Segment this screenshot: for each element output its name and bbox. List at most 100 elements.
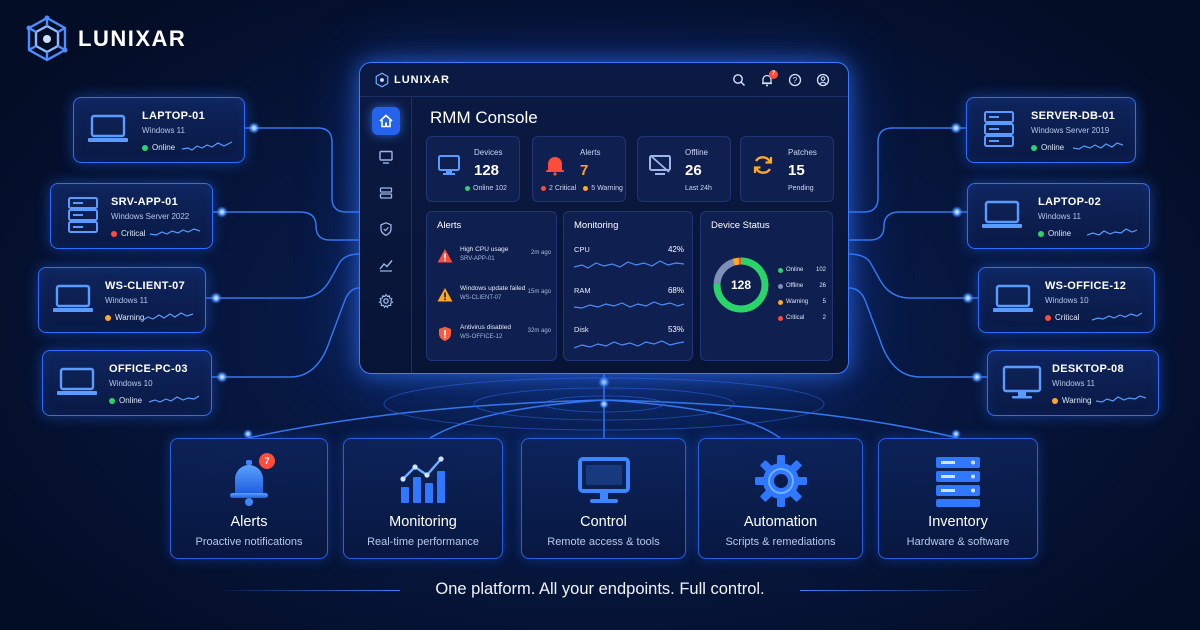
panel-title: Monitoring [574, 220, 619, 231]
console-topbar: LUNIXAR 7 ? [360, 63, 848, 97]
gear-icon [378, 293, 394, 309]
metric-row-ram[interactable]: RAM 68% [574, 286, 684, 324]
lunixar-logo-icon [26, 15, 68, 62]
device-card-laptop-02[interactable]: LAPTOP-02 Windows 11 Online [967, 183, 1150, 249]
help-icon[interactable]: ? [788, 73, 802, 87]
stat-card-alerts[interactable]: Alerts 7 2 Critical 5 Warning [532, 136, 626, 202]
user-account-icon[interactable] [816, 73, 830, 87]
feature-card-control[interactable]: Control Remote access & tools [521, 438, 686, 559]
device-card-laptop-01[interactable]: LAPTOP-01 Windows 11 Online [73, 97, 245, 163]
sparkline-icon [150, 228, 200, 236]
device-name: WS-OFFICE-12 [1045, 280, 1127, 292]
legend-dot [778, 299, 783, 305]
console-logo-text: LUNIXAR [394, 74, 450, 86]
device-card-server-db-01[interactable]: SERVER-DB-01 Windows Server 2019 Online [966, 97, 1136, 163]
device-card-office-pc-03[interactable]: OFFICE-PC-03 Windows 10 Online [42, 350, 212, 416]
nav-reports[interactable] [372, 251, 400, 279]
laptop-icon [982, 200, 1022, 228]
bell-alert-icon [546, 157, 564, 176]
warning-triangle-orange-icon [437, 288, 453, 302]
legend-item-offline: Offline 26 [778, 283, 826, 289]
legend-dot [778, 267, 783, 273]
status-dot-online [1031, 144, 1037, 151]
legend-item-warning: Warning 5 [778, 299, 826, 305]
status-dot-online [142, 144, 148, 151]
alert-item[interactable]: High CPU usage SRV-APP-01 2m ago [435, 244, 551, 274]
alert-host: WS-CLIENT-07 [460, 295, 502, 301]
alert-item[interactable]: Antivirus disabled WS-OFFICE-12 32m ago [435, 322, 551, 352]
device-card-desktop-08[interactable]: DESKTOP-08 Windows 11 Warning [987, 350, 1159, 416]
warning-triangle-red-icon [437, 249, 453, 263]
status-dot-warning [1052, 397, 1058, 404]
donut-total: 128 [730, 278, 752, 292]
nav-home[interactable] [372, 107, 400, 135]
stat-card-devices[interactable]: Devices 128 Online 102 [426, 136, 520, 202]
home-icon [379, 114, 393, 128]
stat-sub-text: Online 102 [473, 185, 507, 192]
svg-text:?: ? [793, 76, 798, 85]
console-logo: LUNIXAR [374, 72, 450, 88]
feature-title: Inventory [928, 514, 988, 530]
status-label: Online [1041, 143, 1065, 152]
server-stack-icon [936, 457, 980, 507]
monitor-icon [1002, 365, 1042, 399]
lunixar-logo-icon [375, 72, 389, 88]
notifications-button[interactable]: 7 [760, 70, 778, 87]
status-dot-critical [541, 186, 546, 191]
stat-label: Patches [788, 148, 817, 157]
status-dot-warning [105, 314, 111, 321]
device-name: WS-CLIENT-07 [105, 280, 185, 292]
feature-card-monitoring[interactable]: Monitoring Real-time performance [343, 438, 503, 559]
monitoring-panel: Monitoring CPU 42% RAM 68% Disk 53% [563, 211, 693, 361]
stat-label: Devices [474, 148, 503, 157]
sparkline-icon [1073, 142, 1123, 150]
device-card-ws-client-07[interactable]: WS-CLIENT-07 Windows 11 Warning [38, 267, 206, 333]
legend-item-critical: Critical 2 [778, 315, 826, 321]
sparkline-icon [1087, 228, 1137, 236]
feature-card-inventory[interactable]: Inventory Hardware & software [878, 438, 1038, 559]
device-status-panel: Device Status 128 Online 102 Offline 26 Warn… [700, 211, 833, 361]
feature-subtitle: Proactive notifications [195, 536, 303, 548]
alert-item[interactable]: Windows update failed WS-CLIENT-07 15m a… [435, 283, 551, 313]
nav-settings[interactable] [372, 287, 400, 315]
device-card-ws-office-12[interactable]: WS-OFFICE-12 Windows 10 Critical [978, 267, 1155, 333]
stat-value: 7 [580, 162, 589, 179]
feature-subtitle: Remote access & tools [547, 536, 660, 548]
legend-value: 5 [822, 299, 826, 305]
feature-card-automation[interactable]: Automation Scripts & remediations [698, 438, 863, 559]
sparkline-icon [1092, 312, 1142, 321]
legend-label: Online [786, 267, 804, 273]
stat-value: 26 [685, 162, 702, 179]
stat-sub: Online 102 [465, 185, 507, 192]
legend-label: Critical [786, 315, 805, 321]
metric-row-cpu[interactable]: CPU 42% [574, 245, 684, 283]
brand: LUNIXAR [22, 14, 186, 64]
shield-alert-icon [439, 326, 451, 342]
stat-card-patches[interactable]: Patches 15 Pending [740, 136, 834, 202]
device-card-srv-app-01[interactable]: SRV-APP-01 Windows Server 2022 Critical [50, 183, 213, 249]
device-os: Windows 10 [109, 379, 153, 388]
device-os: Windows Server 2019 [1031, 126, 1110, 135]
nav-servers[interactable] [372, 179, 400, 207]
legend-item-online: Online 102 [778, 267, 826, 273]
status-label: Critical [1055, 313, 1080, 322]
search-icon[interactable] [732, 73, 746, 87]
page-title: RMM Console [430, 108, 538, 127]
metric-label: RAM [574, 286, 591, 295]
feature-title: Alerts [230, 514, 268, 530]
rmm-console-window: LUNIXAR 7 ? RMM Console Devices 128 Onli… [359, 62, 849, 374]
nav-devices[interactable] [372, 143, 400, 171]
server-icon [379, 187, 393, 199]
nav-security[interactable] [372, 215, 400, 243]
feature-card-alerts[interactable]: 7 Alerts Proactive notifications [170, 438, 328, 559]
monitor-offline-icon [649, 155, 671, 175]
stat-warning-text: 5 Warning [591, 185, 623, 192]
laptop-icon [993, 284, 1033, 312]
stat-card-offline[interactable]: Offline 26 Last 24h [637, 136, 731, 202]
metric-row-disk[interactable]: Disk 53% [574, 325, 684, 363]
alert-host: SRV-APP-01 [460, 256, 495, 262]
legend-value: 2 [822, 315, 826, 321]
laptop-icon [88, 114, 128, 142]
device-status: Critical [111, 229, 145, 238]
bar-chart-icon [400, 456, 445, 503]
